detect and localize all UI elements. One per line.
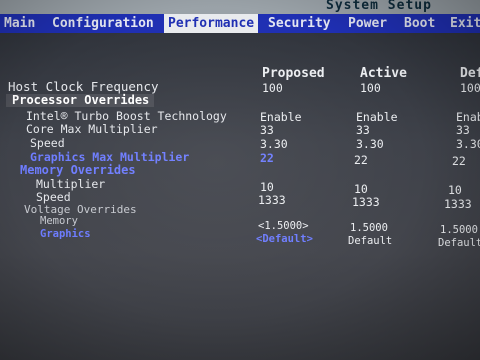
setting-label-core-max-multiplier[interactable]: Core Max Multiplier: [26, 122, 158, 136]
value-default-host-clock: 100: [460, 81, 480, 95]
value-proposed-memory-multiplier: 10: [260, 180, 274, 194]
value-default-turbo-boost: Enable: [456, 110, 480, 124]
value-default-core-speed: 3.30: [456, 137, 480, 151]
tab-boot[interactable]: Boot: [404, 14, 435, 33]
window-title: System Setup: [326, 0, 432, 13]
value-default-voltage-graphics: Default: [438, 237, 480, 249]
setting-label-host-clock-frequency[interactable]: Host Clock Frequency: [8, 79, 159, 94]
value-proposed-core-max-multiplier: 33: [260, 123, 274, 137]
value-active-memory-multiplier: 10: [354, 182, 368, 196]
value-proposed-memory-speed: 1333: [258, 193, 286, 207]
value-active-core-max-multiplier: 33: [356, 123, 370, 137]
value-default-graphics-max-multiplier: 22: [452, 154, 466, 168]
tab-configuration[interactable]: Configuration: [52, 14, 154, 33]
setting-label-voltage-memory[interactable]: Memory: [40, 215, 78, 227]
value-default-memory-speed: 1333: [444, 197, 472, 211]
value-proposed-turbo-boost: Enable: [260, 110, 302, 124]
bios-screen: System Setup Main Configuration Performa…: [0, 0, 480, 360]
value-active-voltage-graphics: Default: [348, 235, 393, 247]
tab-performance[interactable]: Performance: [164, 14, 259, 33]
setting-label-graphics-max-multiplier[interactable]: Graphics Max Multiplier: [30, 150, 189, 164]
column-header-active: Active: [360, 66, 407, 81]
value-default-core-max-multiplier: 33: [456, 123, 470, 137]
setting-label-turbo-boost[interactable]: Intel® Turbo Boost Technology: [26, 109, 227, 123]
column-header-proposed: Proposed: [262, 66, 325, 81]
section-memory-overrides[interactable]: Memory Overrides: [20, 163, 136, 177]
value-default-voltage-memory: 1.5000: [440, 224, 478, 236]
value-active-turbo-boost: Enable: [356, 110, 398, 124]
tab-exit[interactable]: Exit: [450, 14, 480, 33]
title-bar: System Setup: [0, 0, 480, 14]
section-processor-overrides[interactable]: Processor Overrides: [12, 93, 149, 107]
value-active-memory-speed: 1333: [352, 195, 380, 209]
tab-bar: Main Configuration Performance Security …: [0, 14, 480, 33]
tab-power[interactable]: Power: [348, 14, 387, 33]
value-active-host-clock: 100: [360, 81, 381, 95]
value-active-voltage-memory: 1.5000: [350, 222, 388, 234]
value-proposed-voltage-graphics[interactable]: <Default>: [256, 233, 313, 245]
tab-main[interactable]: Main: [4, 14, 35, 33]
setting-label-core-speed[interactable]: Speed: [30, 136, 65, 150]
value-proposed-graphics-max-multiplier[interactable]: 22: [260, 151, 274, 165]
setting-label-memory-speed[interactable]: Speed: [36, 190, 71, 204]
value-proposed-host-clock: 100: [262, 81, 283, 95]
value-proposed-voltage-memory[interactable]: <1.5000>: [258, 220, 309, 232]
value-active-graphics-max-multiplier: 22: [354, 153, 368, 167]
value-proposed-core-speed: 3.30: [260, 137, 288, 151]
setting-label-voltage-graphics[interactable]: Graphics: [40, 228, 91, 240]
value-active-core-speed: 3.30: [356, 137, 384, 151]
value-default-memory-multiplier: 10: [448, 183, 462, 197]
setting-label-memory-multiplier[interactable]: Multiplier: [36, 177, 105, 191]
tab-security[interactable]: Security: [268, 14, 331, 33]
column-header-default: Default: [460, 66, 480, 81]
